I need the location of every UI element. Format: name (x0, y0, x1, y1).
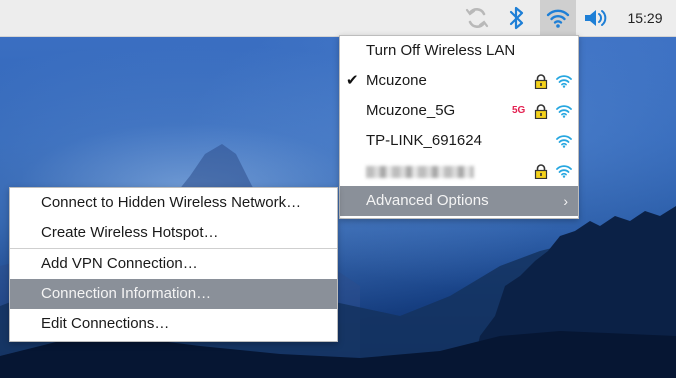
menu-item-label: Edit Connections… (41, 315, 170, 332)
signal-icon (556, 75, 572, 88)
network-ssid: Mcuzone (366, 72, 427, 89)
edit-connections-item[interactable]: Edit Connections… (10, 309, 337, 339)
connection-information-item[interactable]: Connection Information… (10, 279, 337, 309)
advanced-options-menu: Connect to Hidden Wireless Network… Crea… (9, 187, 338, 342)
create-hotspot-item[interactable]: Create Wireless Hotspot… (10, 218, 337, 248)
lock-icon (534, 164, 548, 179)
volume-icon[interactable] (580, 4, 612, 32)
clock[interactable]: 15:29 (618, 0, 672, 36)
sync-icon[interactable] (462, 4, 492, 32)
signal-icon (556, 135, 572, 148)
wifi-menu: Turn Off Wireless LAN ✔ Mcuzone Mcuzone_… (339, 35, 579, 219)
checkmark-icon: ✔ (346, 72, 359, 89)
add-vpn-connection-item[interactable]: Add VPN Connection… (10, 249, 337, 279)
network-item-mcuzone[interactable]: ✔ Mcuzone (340, 66, 578, 96)
top-panel: 15:29 (0, 0, 676, 37)
bluetooth-icon[interactable] (503, 4, 531, 32)
lock-icon (534, 74, 548, 89)
network-ssid: Mcuzone_5G (366, 102, 456, 119)
connect-hidden-network-item[interactable]: Connect to Hidden Wireless Network… (10, 188, 337, 218)
turn-off-wireless-label: Turn Off Wireless LAN (366, 42, 516, 59)
band-5g-badge: 5G (512, 105, 526, 116)
advanced-options-item[interactable]: Advanced Options › (340, 186, 578, 216)
menu-item-label: Connection Information… (41, 285, 212, 302)
network-ssid: TP-LINK_691624 (366, 132, 482, 149)
network-item-mcuzone-5g[interactable]: Mcuzone_5G 5G (340, 96, 578, 126)
advanced-options-label: Advanced Options (366, 192, 489, 209)
menu-item-label: Create Wireless Hotspot… (41, 224, 219, 241)
chevron-right-icon: › (563, 193, 568, 209)
network-item-obscured[interactable] (340, 156, 578, 186)
menu-item-label: Connect to Hidden Wireless Network… (41, 194, 302, 211)
network-item-tp-link[interactable]: TP-LINK_691624 (340, 126, 578, 156)
signal-icon (556, 105, 572, 118)
wifi-icon[interactable] (540, 0, 576, 36)
menu-item-label: Add VPN Connection… (41, 255, 198, 272)
obscured-ssid (366, 166, 474, 178)
turn-off-wireless-item[interactable]: Turn Off Wireless LAN (340, 36, 578, 66)
signal-icon (556, 165, 572, 178)
lock-icon (534, 104, 548, 119)
